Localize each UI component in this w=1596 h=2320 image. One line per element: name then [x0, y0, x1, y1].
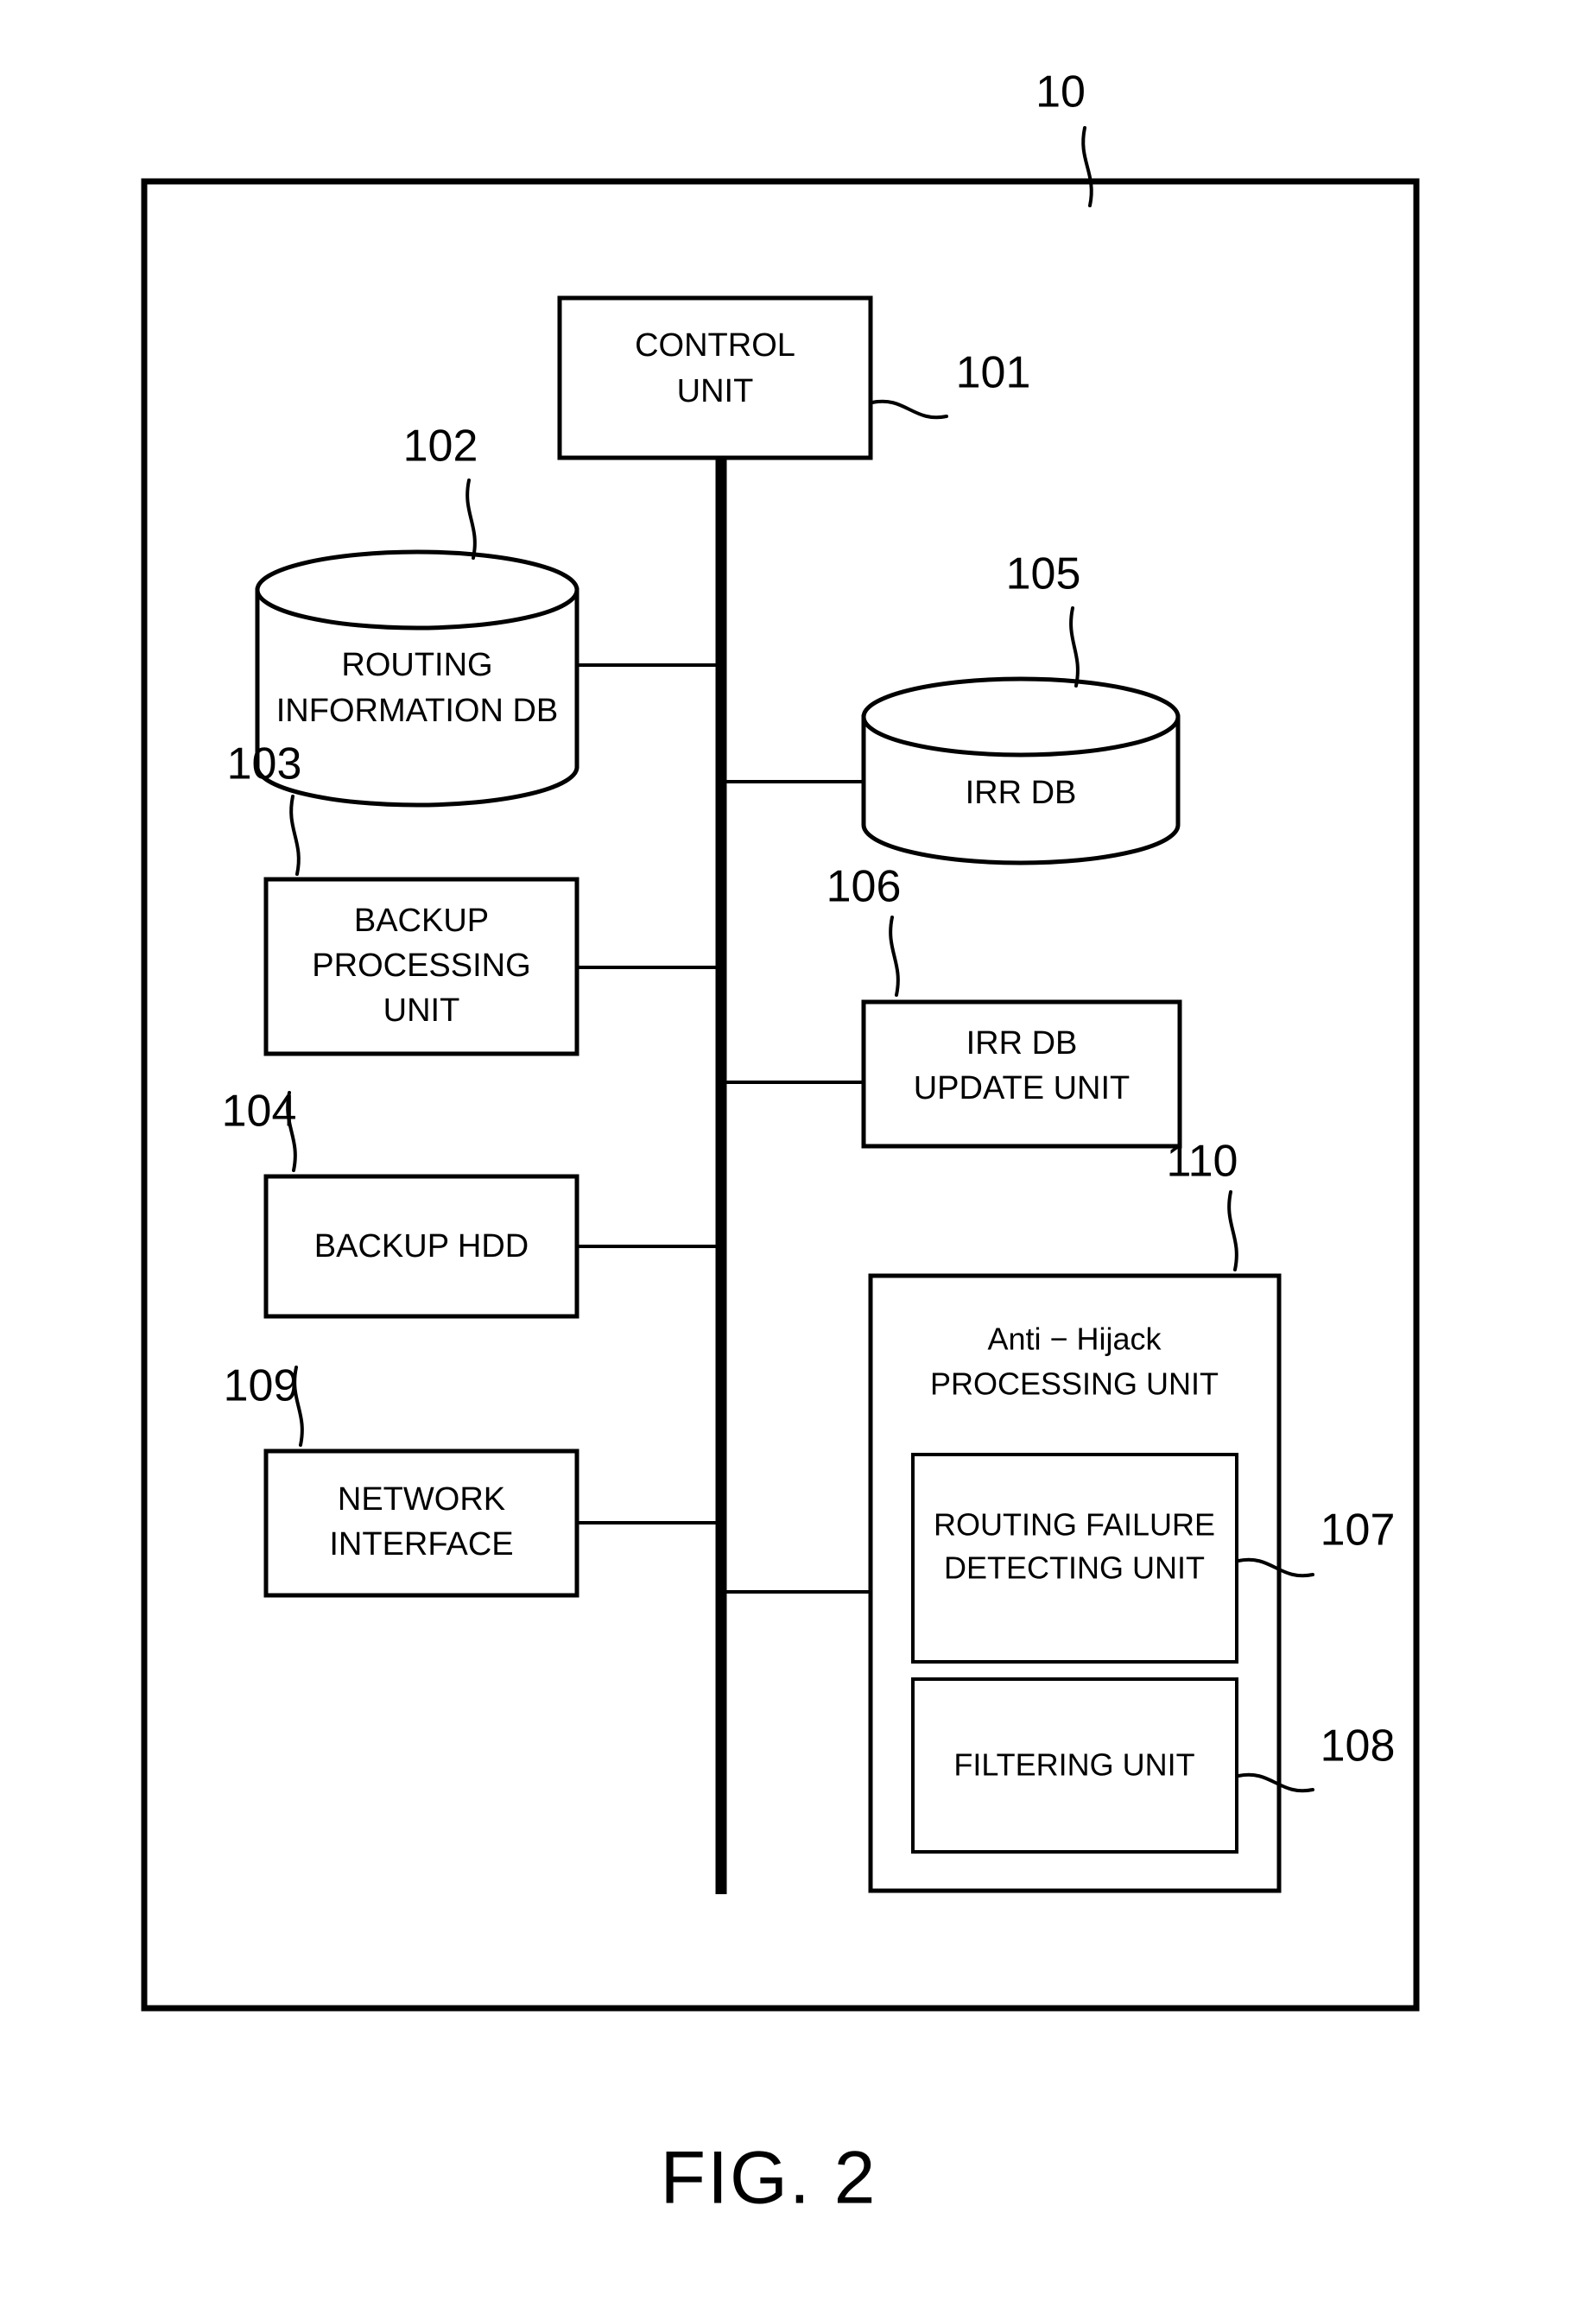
block-routing-failure-detecting-unit: ROUTING FAILURE DETECTING UNIT 107	[911, 1453, 1396, 1664]
anti-hijack-label-line2: PROCESSING UNIT	[930, 1366, 1219, 1402]
block-diagram: 10 CONTROL UNIT 101 ROUTING INFORMATION …	[141, 67, 1420, 2220]
leader-line-101	[871, 399, 948, 420]
backup-processing-label-line3: UNIT	[383, 992, 460, 1029]
block-control-unit: CONTROL UNIT 101	[557, 295, 1031, 460]
backup-processing-label-line2: PROCESSING	[312, 948, 530, 984]
patent-figure: 10 CONTROL UNIT 101 ROUTING INFORMATION …	[0, 0, 1596, 2320]
irr-db-update-label-line1: IRR DB	[966, 1025, 1078, 1062]
routing-db-label-line1: ROUTING	[341, 647, 492, 683]
irr-db-top	[861, 676, 1181, 757]
block-backup-hdd: BACKUP HDD 104	[222, 1087, 580, 1319]
network-interface-box	[263, 1448, 580, 1598]
filtering-unit-label: FILTERING UNIT	[953, 1747, 1194, 1783]
block-routing-information-db: ROUTING INFORMATION DB 102	[255, 422, 580, 808]
leader-line-103	[289, 795, 301, 876]
leader-line-102	[466, 479, 477, 560]
routing-db-label-line2: INFORMATION DB	[276, 693, 559, 729]
backup-processing-label-line1: BACKUP	[354, 903, 489, 939]
ref-number-104: 104	[222, 1087, 297, 1137]
ref-number-102: 102	[403, 422, 478, 472]
ref-number-103: 103	[227, 739, 302, 789]
block-filtering-unit: FILTERING UNIT 108	[911, 1677, 1396, 1854]
network-interface-label-line2: INTERFACE	[329, 1526, 513, 1563]
network-interface-label-line1: NETWORK	[338, 1481, 505, 1518]
routing-db-top	[255, 549, 580, 631]
leader-line-110	[1227, 1190, 1238, 1271]
ref-number-108: 108	[1320, 1721, 1396, 1772]
leader-line-10	[1081, 126, 1093, 207]
ref-number-106: 106	[826, 862, 902, 912]
leader-line-106	[889, 916, 900, 997]
ref-number-10: 10	[1036, 67, 1086, 117]
control-unit-label-line1: CONTROL	[635, 327, 795, 364]
routing-failure-label-line1: ROUTING FAILURE	[934, 1507, 1215, 1543]
block-anti-hijack-processing-unit: Anti − Hijack PROCESSING UNIT 110 ROUTIN…	[868, 1137, 1396, 1893]
ref-number-109: 109	[224, 1361, 299, 1411]
irr-db-update-label-line2: UPDATE UNIT	[914, 1070, 1130, 1106]
routing-failure-label-line2: DETECTING UNIT	[944, 1550, 1205, 1586]
block-irr-db-update-unit: IRR DB UPDATE UNIT 106	[826, 862, 1182, 1149]
backup-hdd-label: BACKUP HDD	[314, 1228, 529, 1265]
anti-hijack-label-line1: Anti − Hijack	[987, 1322, 1162, 1357]
ref-number-110: 110	[1167, 1137, 1238, 1187]
control-unit-label-line2: UNIT	[677, 373, 754, 409]
ref-number-107: 107	[1320, 1505, 1396, 1556]
block-irr-db: IRR DB 105	[861, 549, 1181, 865]
figure-caption: FIG. 2	[661, 2137, 877, 2220]
irr-db-label: IRR DB	[966, 775, 1077, 811]
block-network-interface: NETWORK INTERFACE 109	[224, 1361, 580, 1598]
leader-line-105	[1069, 606, 1080, 688]
ref-number-101: 101	[956, 348, 1031, 398]
ref-number-105: 105	[1006, 549, 1081, 599]
